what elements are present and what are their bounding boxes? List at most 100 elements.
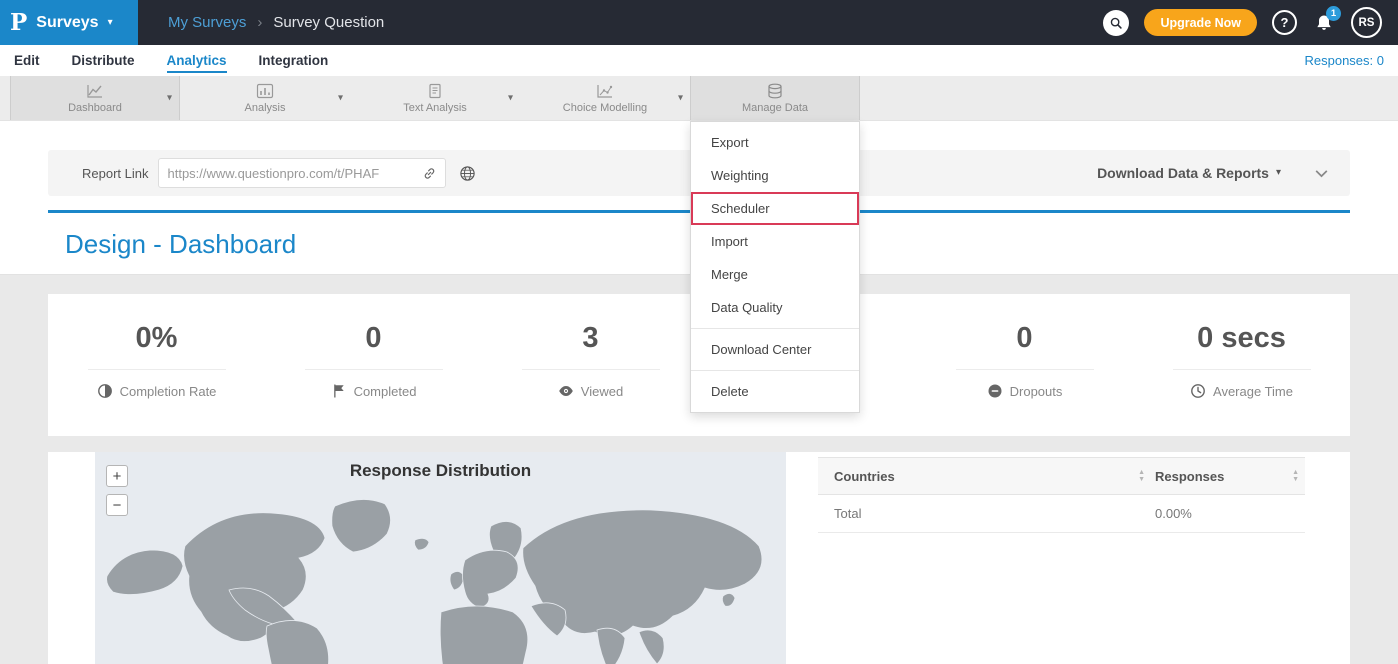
bar-chart-icon [256, 83, 274, 99]
menu-item-weighting[interactable]: Weighting [691, 159, 859, 192]
countries-table: Countries ▲▼ Responses ▲▼ Total 0.00% [818, 457, 1305, 664]
report-link-input-wrap [158, 158, 446, 188]
report-link-input[interactable] [167, 166, 416, 181]
response-distribution-card: Response Distribution + − [48, 452, 1350, 664]
breadcrumb: My Surveys › Survey Question [168, 14, 384, 31]
chevron-down-icon[interactable]: ▾ [678, 93, 683, 104]
tab-label: Dashboard [68, 102, 122, 114]
menu-item-scheduler[interactable]: Scheduler [691, 192, 859, 225]
zoom-in-button[interactable]: + [106, 465, 128, 487]
nav-item-analytics[interactable]: Analytics [167, 48, 227, 73]
tab-label: Choice Modelling [563, 102, 647, 114]
chevron-down-icon: ▾ [108, 18, 113, 28]
collapse-section-button[interactable] [1313, 165, 1330, 182]
total-row-value: 0.00% [1155, 506, 1192, 521]
stat-viewed: 3 Viewed [482, 322, 699, 436]
download-data-reports-label: Download Data & Reports [1097, 165, 1269, 181]
stat-value: 0 [305, 322, 443, 370]
tab-manage-data[interactable]: Manage Data [690, 76, 860, 120]
nav-item-distribute[interactable]: Distribute [72, 48, 135, 73]
total-row-label: Total [834, 506, 861, 521]
tab-label: Analysis [245, 102, 286, 114]
link-icon[interactable] [422, 166, 437, 181]
map-title: Response Distribution [95, 452, 786, 481]
line-chart-icon [86, 83, 104, 99]
stat-average-time: 0 secs Average Time [1133, 322, 1350, 436]
sort-icon[interactable]: ▲▼ [1138, 470, 1145, 483]
countries-column-header[interactable]: Countries [834, 469, 895, 484]
product-switcher[interactable]: P Surveys ▾ [0, 0, 138, 45]
stat-value: 0% [88, 322, 226, 370]
topbar: P Surveys ▾ My Surveys › Survey Question… [0, 0, 1398, 45]
menu-divider [691, 370, 859, 371]
search-icon [1109, 16, 1123, 30]
breadcrumb-current: Survey Question [273, 14, 384, 31]
stat-value: 0 secs [1173, 322, 1311, 370]
world-map [95, 488, 786, 664]
world-map-panel[interactable]: Response Distribution + − [95, 452, 786, 664]
half-circle-icon [97, 383, 113, 399]
stat-dropouts: 0 Dropouts [916, 322, 1133, 436]
nav-item-edit[interactable]: Edit [14, 48, 40, 73]
tab-text-analysis[interactable]: Text Analysis ▾ [350, 76, 520, 120]
product-menu-label: Surveys [36, 14, 98, 32]
breadcrumb-my-surveys[interactable]: My Surveys [168, 14, 246, 31]
manage-data-menu: Export Weighting Scheduler Import Merge … [690, 121, 860, 413]
tab-choice-modelling[interactable]: Choice Modelling ▾ [520, 76, 690, 120]
customize-link-button[interactable] [459, 165, 476, 182]
tab-dashboard[interactable]: Dashboard ▾ [10, 76, 180, 120]
questionpro-logo: P [10, 11, 27, 34]
section-nav: Edit Distribute Analytics Integration Re… [0, 45, 1398, 76]
nav-item-integration[interactable]: Integration [259, 48, 329, 73]
eye-icon [558, 383, 574, 399]
table-row: Total 0.00% [818, 495, 1305, 533]
globe-icon [459, 165, 476, 182]
menu-item-delete[interactable]: Delete [691, 375, 859, 408]
tab-analysis[interactable]: Analysis ▾ [180, 76, 350, 120]
menu-item-data-quality[interactable]: Data Quality [691, 291, 859, 324]
sort-icon[interactable]: ▲▼ [1292, 470, 1299, 483]
menu-divider [691, 328, 859, 329]
help-button[interactable]: ? [1272, 10, 1297, 35]
stat-value: 3 [522, 322, 660, 370]
breadcrumb-separator: › [257, 14, 262, 31]
document-icon [426, 83, 444, 99]
upgrade-now-button[interactable]: Upgrade Now [1144, 9, 1257, 36]
download-data-reports-menu[interactable]: Download Data & Reports ▾ [1097, 165, 1281, 181]
stat-completed: 0 Completed [265, 322, 482, 436]
database-icon [766, 83, 784, 99]
stat-label: Dropouts [1010, 384, 1063, 399]
topbar-actions: Upgrade Now ? 1 RS [1103, 7, 1398, 38]
chevron-down-icon[interactable]: ▾ [508, 93, 513, 104]
report-link-label: Report Link [82, 166, 148, 181]
stat-label: Completion Rate [120, 384, 217, 399]
scatter-chart-icon [596, 83, 614, 99]
menu-item-download-center[interactable]: Download Center [691, 333, 859, 366]
chevron-down-icon[interactable]: ▾ [167, 93, 172, 104]
chevron-down-icon [1313, 165, 1330, 182]
minus-circle-icon [987, 383, 1003, 399]
stat-label: Completed [354, 384, 417, 399]
chevron-down-icon[interactable]: ▾ [338, 93, 343, 104]
stat-label: Viewed [581, 384, 623, 399]
countries-table-header: Countries ▲▼ Responses ▲▼ [818, 457, 1305, 495]
notification-badge: 1 [1326, 6, 1341, 21]
notifications-button[interactable]: 1 [1312, 11, 1336, 35]
flag-icon [331, 383, 347, 399]
responses-counter: Responses: 0 [1305, 53, 1385, 68]
tab-label: Text Analysis [403, 102, 467, 114]
menu-item-export[interactable]: Export [691, 126, 859, 159]
chevron-down-icon: ▾ [1276, 168, 1281, 178]
menu-item-merge[interactable]: Merge [691, 258, 859, 291]
avatar[interactable]: RS [1351, 7, 1382, 38]
stat-label: Average Time [1213, 384, 1293, 399]
clock-icon [1190, 383, 1206, 399]
stat-completion-rate: 0% Completion Rate [48, 322, 265, 436]
responses-column-header[interactable]: Responses [1155, 469, 1224, 484]
search-button[interactable] [1103, 10, 1129, 36]
nav-items: Edit Distribute Analytics Integration [14, 48, 328, 73]
menu-item-import[interactable]: Import [691, 225, 859, 258]
tab-label: Manage Data [742, 102, 808, 114]
stat-value: 0 [956, 322, 1094, 370]
analytics-toolbar: Dashboard ▾ Analysis ▾ Text Analysis ▾ C… [0, 76, 1398, 121]
